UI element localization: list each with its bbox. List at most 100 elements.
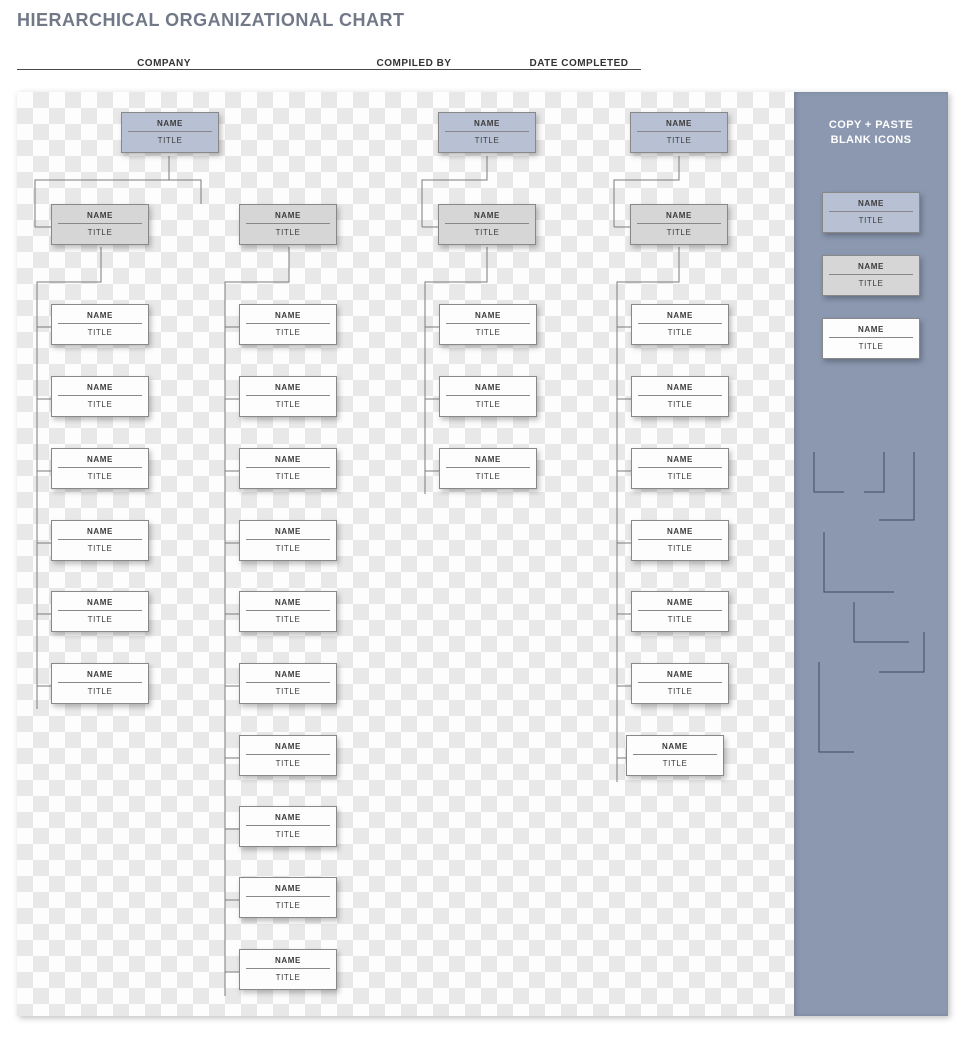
org-name: NAME	[829, 197, 913, 212]
org-name: NAME	[58, 525, 142, 540]
org-box-leaf[interactable]: NAMETITLE	[51, 591, 149, 632]
org-box-leaf[interactable]: NAMETITLE	[239, 376, 337, 417]
org-name: NAME	[58, 668, 142, 683]
org-name: NAME	[246, 309, 330, 324]
page-title: HIERARCHICAL ORGANIZATIONAL CHART	[17, 10, 956, 31]
org-name: NAME	[638, 309, 722, 324]
org-box-top[interactable]: NAME TITLE	[438, 112, 536, 153]
org-box-leaf[interactable]: NAMETITLE	[51, 304, 149, 345]
org-box-top[interactable]: NAME TITLE	[630, 112, 728, 153]
org-box-leaf[interactable]: NAMETITLE	[51, 376, 149, 417]
org-name: NAME	[829, 260, 913, 275]
org-name: NAME	[638, 453, 722, 468]
org-name: NAME	[638, 381, 722, 396]
org-title: TITLE	[445, 224, 529, 238]
org-title: TITLE	[246, 969, 330, 983]
sample-box-white[interactable]: NAMETITLE	[822, 318, 920, 359]
org-box-leaf[interactable]: NAMETITLE	[239, 949, 337, 990]
org-box-top[interactable]: NAME TITLE	[121, 112, 219, 153]
org-box-mid[interactable]: NAME TITLE	[51, 204, 149, 245]
org-name: NAME	[246, 668, 330, 683]
org-box-leaf[interactable]: NAMETITLE	[631, 448, 729, 489]
org-name: NAME	[637, 209, 721, 224]
org-name: NAME	[58, 381, 142, 396]
org-title: TITLE	[58, 224, 142, 238]
org-name: NAME	[246, 525, 330, 540]
org-title: TITLE	[246, 224, 330, 238]
org-name: NAME	[58, 453, 142, 468]
org-box-mid[interactable]: NAME TITLE	[438, 204, 536, 245]
sample-box-grey[interactable]: NAMETITLE	[822, 255, 920, 296]
org-name: NAME	[58, 596, 142, 611]
org-box-mid[interactable]: NAME TITLE	[239, 204, 337, 245]
org-name: NAME	[128, 117, 212, 132]
org-name: NAME	[246, 453, 330, 468]
org-box-leaf[interactable]: NAMETITLE	[631, 520, 729, 561]
org-name: NAME	[246, 882, 330, 897]
org-box-leaf[interactable]: NAMETITLE	[631, 663, 729, 704]
org-box-leaf[interactable]: NAMETITLE	[51, 663, 149, 704]
org-name: NAME	[633, 740, 717, 755]
side-title-l1: COPY + PASTE	[829, 119, 913, 131]
org-title: TITLE	[637, 224, 721, 238]
org-box-leaf[interactable]: NAMETITLE	[631, 376, 729, 417]
org-name: NAME	[246, 740, 330, 755]
org-name: NAME	[446, 309, 530, 324]
org-box-leaf[interactable]: NAMETITLE	[51, 520, 149, 561]
org-box-leaf[interactable]: NAMETITLE	[626, 735, 724, 776]
org-title: TITLE	[829, 275, 913, 289]
org-box-leaf[interactable]: NAMETITLE	[239, 591, 337, 632]
org-title: TITLE	[58, 324, 142, 338]
label-date-completed: DATE COMPLETED	[517, 58, 641, 69]
org-box-leaf[interactable]: NAMETITLE	[631, 591, 729, 632]
org-title: TITLE	[58, 468, 142, 482]
info-fields: COMPANY COMPILED BY DATE COMPLETED	[17, 41, 641, 70]
org-box-leaf[interactable]: NAMETITLE	[239, 448, 337, 489]
org-box-leaf[interactable]: NAMETITLE	[631, 304, 729, 345]
org-title: TITLE	[638, 468, 722, 482]
page-root: HIERARCHICAL ORGANIZATIONAL CHART COMPAN…	[0, 0, 973, 1043]
org-box-leaf[interactable]: NAMETITLE	[239, 735, 337, 776]
org-box-leaf[interactable]: NAMETITLE	[439, 376, 537, 417]
org-box-leaf[interactable]: NAMETITLE	[239, 806, 337, 847]
org-title: TITLE	[246, 396, 330, 410]
sample-box-blue[interactable]: NAMETITLE	[822, 192, 920, 233]
org-box-mid[interactable]: NAME TITLE	[630, 204, 728, 245]
org-title: TITLE	[638, 396, 722, 410]
label-compiled-by: COMPILED BY	[311, 58, 517, 69]
side-panel: COPY + PASTE BLANK ICONS NAMETITLE NAMET…	[794, 92, 948, 1016]
org-name: NAME	[637, 117, 721, 132]
org-title: TITLE	[637, 132, 721, 146]
org-box-leaf[interactable]: NAMETITLE	[239, 520, 337, 561]
org-name: NAME	[246, 811, 330, 826]
org-name: NAME	[246, 381, 330, 396]
org-title: TITLE	[638, 324, 722, 338]
org-title: TITLE	[246, 897, 330, 911]
org-name: NAME	[638, 525, 722, 540]
org-title: TITLE	[246, 826, 330, 840]
org-title: TITLE	[829, 338, 913, 352]
org-title: TITLE	[246, 683, 330, 697]
org-name: NAME	[446, 381, 530, 396]
org-box-leaf[interactable]: NAMETITLE	[239, 663, 337, 704]
org-title: TITLE	[446, 396, 530, 410]
org-box-leaf[interactable]: NAMETITLE	[439, 448, 537, 489]
org-title: TITLE	[58, 540, 142, 554]
org-title: TITLE	[58, 396, 142, 410]
org-name: NAME	[246, 596, 330, 611]
label-company: COMPANY	[17, 58, 311, 69]
org-name: NAME	[58, 309, 142, 324]
org-name: NAME	[829, 323, 913, 338]
org-title: TITLE	[445, 132, 529, 146]
org-box-leaf[interactable]: NAMETITLE	[51, 448, 149, 489]
org-title: TITLE	[246, 755, 330, 769]
chart-canvas[interactable]: NAME TITLE NAME TITLE NAME TITLE NAMETIT…	[17, 92, 948, 1016]
org-title: TITLE	[58, 683, 142, 697]
org-box-leaf[interactable]: NAMETITLE	[239, 304, 337, 345]
org-name: NAME	[445, 209, 529, 224]
org-box-leaf[interactable]: NAMETITLE	[439, 304, 537, 345]
sample-boxes: NAMETITLE NAMETITLE NAMETITLE	[794, 192, 948, 359]
org-title: TITLE	[246, 468, 330, 482]
org-name: NAME	[638, 668, 722, 683]
org-box-leaf[interactable]: NAMETITLE	[239, 877, 337, 918]
